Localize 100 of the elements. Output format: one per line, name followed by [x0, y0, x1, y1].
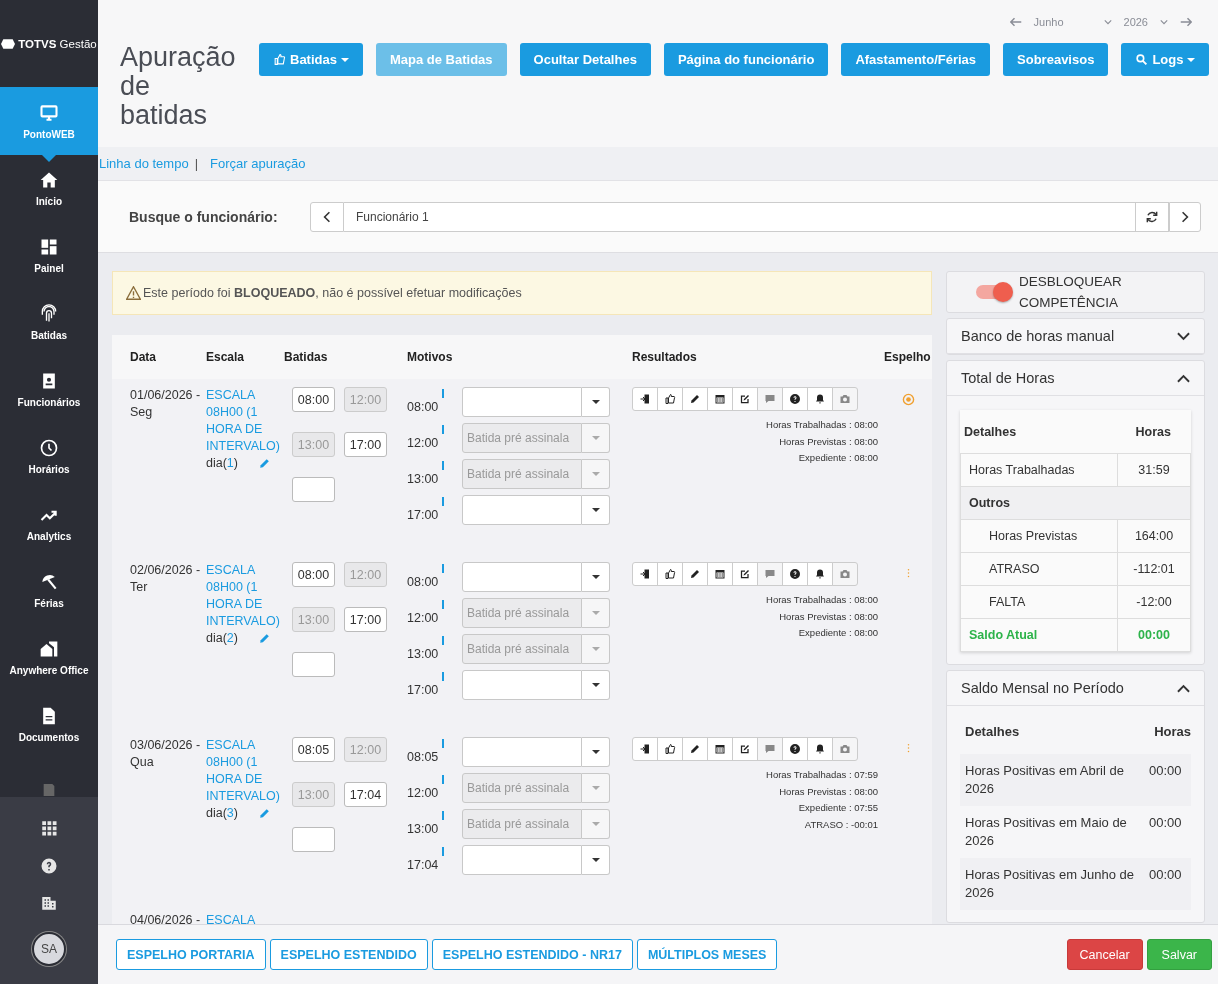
punch-time-field[interactable]: 08:00 [292, 387, 335, 412]
action-button[interactable] [657, 562, 683, 586]
save-button[interactable]: Salvar [1146, 939, 1212, 970]
vertical-dots-icon[interactable] [906, 743, 910, 753]
punch-time-field[interactable] [292, 652, 335, 677]
schedule-link[interactable]: ESCALA 08H00 (1 HORA DE INTERVALO) [206, 562, 284, 630]
schedule-link[interactable]: ESCALA [206, 912, 284, 924]
action-button[interactable] [807, 387, 833, 411]
avatar[interactable]: SA [32, 932, 66, 967]
report-button[interactable]: ESPELHO PORTARIA [116, 939, 266, 970]
punch-time-field[interactable] [292, 477, 335, 502]
punch-time-field[interactable]: 17:04 [344, 782, 387, 807]
chevron-up-icon[interactable] [1177, 683, 1190, 693]
link-separator: | [194, 156, 198, 171]
date-text: 03/06/2026 - [130, 737, 202, 754]
sidebar-item[interactable]: Painel [0, 222, 98, 289]
sidebar-item[interactable]: Horários [0, 423, 98, 490]
month-select[interactable]: Junho [1033, 16, 1112, 28]
action-button[interactable] [782, 562, 808, 586]
dropdown-button[interactable] [582, 845, 610, 875]
action-button[interactable] [707, 562, 733, 586]
employee-field[interactable]: Funcionário 1 [344, 201, 1135, 232]
report-button[interactable]: ESPELHO ESTENDIDO - NR17 [431, 939, 633, 970]
sidebar-item[interactable]: Anywhere Office [0, 624, 98, 691]
punch-time-field[interactable] [292, 827, 335, 852]
schedule-link[interactable]: ESCALA 08H00 (1 HORA DE INTERVALO) [206, 737, 284, 805]
refresh-button[interactable] [1135, 201, 1169, 232]
chevron-up-icon[interactable] [1177, 373, 1190, 383]
action-button[interactable] [732, 562, 758, 586]
comment-icon [764, 568, 776, 580]
report-button[interactable]: MÚLTIPLOS MESES [636, 939, 778, 970]
action-button[interactable] [657, 737, 683, 761]
action-button[interactable] [682, 562, 708, 586]
punch-time-field[interactable]: 08:05 [292, 737, 335, 762]
reason-field[interactable] [462, 670, 582, 700]
accordion-title[interactable]: Total de Horas [961, 370, 1055, 386]
pencil-icon[interactable] [257, 807, 271, 820]
target-icon[interactable] [901, 393, 915, 406]
sidebar-item[interactable]: Férias [0, 557, 98, 624]
toolbar-button[interactable]: Logs [1121, 43, 1210, 76]
action-button[interactable] [657, 387, 683, 411]
reason-field[interactable] [462, 845, 582, 875]
accordion-title[interactable]: Banco de horas manual [961, 328, 1115, 344]
schedule-link[interactable]: ESCALA 08H00 (1 HORA DE INTERVALO) [206, 387, 284, 455]
sidebar-item[interactable]: Analytics [0, 490, 98, 557]
arrow-left-icon[interactable] [1009, 17, 1022, 27]
cancel-button[interactable]: Cancelar [1066, 939, 1143, 970]
force-calc-link[interactable]: Forçar apuração [210, 156, 306, 171]
pencil-icon[interactable] [257, 457, 271, 470]
reason-field[interactable] [462, 387, 582, 417]
vertical-dots-icon[interactable] [906, 568, 910, 578]
unlock-toggle[interactable] [976, 285, 1011, 299]
sidebar-item[interactable]: Início [0, 155, 98, 222]
action-button[interactable] [707, 737, 733, 761]
toolbar-button[interactable]: Ocultar Detalhes [519, 43, 651, 76]
sidebar-item[interactable]: Documentos [0, 691, 98, 758]
report-button[interactable]: ESPELHO ESTENDIDO [269, 939, 428, 970]
toolbar-button[interactable]: Afastamento/Férias [841, 43, 991, 76]
punch-time-field[interactable]: 17:00 [344, 432, 387, 457]
dropdown-button[interactable] [582, 495, 610, 525]
punch-time-field[interactable]: 17:00 [344, 607, 387, 632]
toolbar-button[interactable]: Batidas [259, 43, 363, 76]
action-button[interactable] [632, 737, 658, 761]
dropdown-button[interactable] [582, 670, 610, 700]
help-icon[interactable] [40, 856, 58, 875]
action-button[interactable] [807, 737, 833, 761]
action-button[interactable] [732, 737, 758, 761]
chevron-down-icon[interactable] [1177, 331, 1190, 341]
reason-field[interactable] [462, 495, 582, 525]
toolbar-button[interactable]: Página do funcionário [663, 43, 829, 76]
action-button[interactable] [632, 387, 658, 411]
action-button[interactable] [782, 737, 808, 761]
dropdown-button[interactable] [582, 737, 610, 767]
umbrella-icon [39, 572, 59, 592]
thumbs-up-icon [273, 53, 286, 66]
building-icon[interactable] [40, 894, 58, 913]
punch-time-field[interactable]: 08:00 [292, 562, 335, 587]
action-button[interactable] [682, 737, 708, 761]
dropdown-button[interactable] [582, 562, 610, 592]
action-button[interactable] [782, 387, 808, 411]
tick-mark-icon [442, 564, 444, 573]
pencil-icon[interactable] [257, 632, 271, 645]
action-button[interactable] [807, 562, 833, 586]
action-button[interactable] [682, 387, 708, 411]
apps-grid-icon[interactable] [40, 818, 58, 837]
timeline-link[interactable]: Linha do tempo [99, 156, 189, 171]
sidebar-item[interactable]: Batidas [0, 289, 98, 356]
table-cell-text: -12:00 [1135, 594, 1173, 611]
reason-field[interactable] [462, 562, 582, 592]
year-select[interactable]: 2026 [1123, 16, 1168, 28]
action-button[interactable] [632, 562, 658, 586]
sidebar-item[interactable]: Funcionários [0, 356, 98, 423]
toolbar-button[interactable]: Sobreavisos [1003, 43, 1109, 76]
arrow-right-icon[interactable] [1180, 17, 1192, 27]
action-button[interactable] [707, 387, 733, 411]
accordion-title[interactable]: Saldo Mensal no Período [961, 680, 1124, 696]
action-button[interactable] [732, 387, 758, 411]
reason-field[interactable] [462, 737, 582, 767]
caret-icon [591, 822, 600, 826]
dropdown-button[interactable] [582, 387, 610, 417]
